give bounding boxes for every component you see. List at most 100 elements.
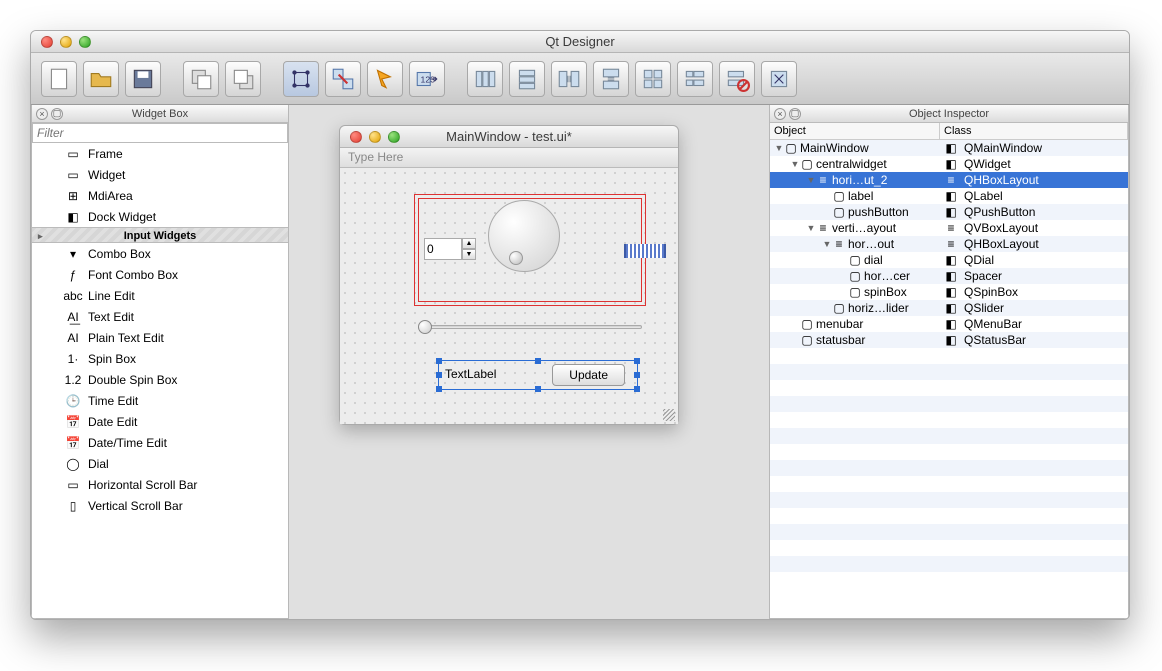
- widget-item[interactable]: ƒFont Combo Box: [32, 264, 288, 285]
- spinbox-widget[interactable]: ▲▼: [424, 238, 478, 260]
- layout-horizontal-button[interactable]: [467, 61, 503, 97]
- widget-item[interactable]: ▾Combo Box: [32, 243, 288, 264]
- object-tree[interactable]: ▼▢MainWindow◧QMainWindow▼▢centralwidget◧…: [770, 140, 1128, 618]
- object-row[interactable]: ▢dial◧QDial: [770, 252, 1128, 268]
- update-button[interactable]: Update: [552, 364, 625, 386]
- object-name: hor…cer: [864, 269, 910, 283]
- object-name: spinBox: [864, 285, 907, 299]
- widget-item-label: Horizontal Scroll Bar: [88, 478, 197, 492]
- slider-widget[interactable]: [418, 320, 642, 334]
- object-row[interactable]: ▼▢centralwidget◧QWidget: [770, 156, 1128, 172]
- object-inspector-header: Object Class: [770, 123, 1128, 140]
- design-window[interactable]: MainWindow - test.ui* Type Here ▲▼: [339, 125, 679, 425]
- object-row[interactable]: ▼▢MainWindow◧QMainWindow: [770, 140, 1128, 156]
- save-button[interactable]: [125, 61, 161, 97]
- widget-list[interactable]: ▭Frame▭Widget⊞MdiArea◧Dock WidgetInput W…: [32, 143, 288, 618]
- spin-up-icon[interactable]: ▲: [462, 238, 476, 249]
- adjust-size-button[interactable]: [761, 61, 797, 97]
- object-icon: ▢: [784, 141, 798, 155]
- widget-item[interactable]: abcLine Edit: [32, 285, 288, 306]
- widget-item[interactable]: ◯Dial: [32, 453, 288, 474]
- spin-down-icon[interactable]: ▼: [462, 249, 476, 260]
- edit-signals-button[interactable]: [325, 61, 361, 97]
- break-layout-button[interactable]: [719, 61, 755, 97]
- object-row[interactable]: ▢spinBox◧QSpinBox: [770, 284, 1128, 300]
- object-row[interactable]: ▢horiz…lider◧QSlider: [770, 300, 1128, 316]
- dial-widget[interactable]: [488, 200, 560, 272]
- object-row-empty: [770, 572, 1128, 588]
- layout-grid-button[interactable]: [635, 61, 671, 97]
- widget-filter-input[interactable]: [32, 123, 288, 143]
- horizontal-spacer-icon[interactable]: [624, 244, 666, 258]
- object-row[interactable]: ▼≡verti…ayout≡QVBoxLayout: [770, 220, 1128, 236]
- column-class[interactable]: Class: [940, 123, 1128, 139]
- widget-item[interactable]: 1.2Double Spin Box: [32, 369, 288, 390]
- widget-item-icon: ◧: [64, 210, 82, 224]
- edit-tab-order-button[interactable]: 123: [409, 61, 445, 97]
- edit-widgets-button[interactable]: [283, 61, 319, 97]
- layout-vsplitter-button[interactable]: [593, 61, 629, 97]
- class-name: QHBoxLayout: [964, 237, 1039, 251]
- widget-item-label: Combo Box: [88, 247, 151, 261]
- label-widget[interactable]: TextLabel: [445, 367, 496, 381]
- widget-item-icon: ◯: [64, 457, 82, 471]
- widget-item[interactable]: 📅Date/Time Edit: [32, 432, 288, 453]
- widget-group-header[interactable]: Input Widgets: [32, 227, 288, 243]
- object-row[interactable]: ▢statusbar◧QStatusBar: [770, 332, 1128, 348]
- object-row[interactable]: ▢label◧QLabel: [770, 188, 1128, 204]
- widget-item-icon: ▭: [64, 168, 82, 182]
- object-row[interactable]: ▢hor…cer◧Spacer: [770, 268, 1128, 284]
- layout-vertical-button[interactable]: [509, 61, 545, 97]
- object-row[interactable]: ▼≡hori…ut_2≡QHBoxLayout: [770, 172, 1128, 188]
- widget-item[interactable]: ▭Horizontal Scroll Bar: [32, 474, 288, 495]
- selected-hboxlayout[interactable]: TextLabel Update: [438, 360, 638, 390]
- class-name: QPushButton: [964, 205, 1035, 219]
- object-name: dial: [864, 253, 883, 267]
- layout-form-button[interactable]: [677, 61, 713, 97]
- spinbox-input[interactable]: [424, 238, 462, 260]
- widget-item-label: Font Combo Box: [88, 268, 178, 282]
- widget-item[interactable]: ▭Frame: [32, 143, 288, 164]
- disclosure-arrow-icon[interactable]: ▼: [790, 159, 800, 169]
- object-row[interactable]: ▢pushButton◧QPushButton: [770, 204, 1128, 220]
- class-icon: ◧: [944, 205, 958, 219]
- object-row[interactable]: ▢menubar◧QMenuBar: [770, 316, 1128, 332]
- object-row-empty: [770, 476, 1128, 492]
- disclosure-arrow-icon[interactable]: ▼: [806, 223, 816, 233]
- class-name: QLabel: [964, 189, 1003, 203]
- object-name: statusbar: [816, 333, 865, 347]
- bring-front-button[interactable]: [225, 61, 261, 97]
- object-icon: ▢: [832, 205, 846, 219]
- widget-item[interactable]: ⊞MdiArea: [32, 185, 288, 206]
- widget-item[interactable]: A͟IText Edit: [32, 306, 288, 327]
- widget-item-label: Plain Text Edit: [88, 331, 164, 345]
- send-back-button[interactable]: [183, 61, 219, 97]
- form-canvas[interactable]: ▲▼ TextLabel Update: [340, 168, 678, 424]
- edit-buddies-button[interactable]: [367, 61, 403, 97]
- new-form-button[interactable]: [41, 61, 77, 97]
- widget-box-panel: × ▢ Widget Box ▭Frame▭Widget⊞MdiArea◧Doc…: [31, 105, 289, 619]
- widget-item[interactable]: 📅Date Edit: [32, 411, 288, 432]
- layout-hsplitter-button[interactable]: [551, 61, 587, 97]
- widget-item[interactable]: ◧Dock Widget: [32, 206, 288, 227]
- widget-item[interactable]: 1·Spin Box: [32, 348, 288, 369]
- resize-grip-icon[interactable]: [663, 409, 675, 421]
- object-row[interactable]: ▼≡hor…out≡QHBoxLayout: [770, 236, 1128, 252]
- object-icon: ≡: [816, 221, 830, 235]
- disclosure-arrow-icon[interactable]: ▼: [774, 143, 784, 153]
- object-name: MainWindow: [800, 141, 869, 155]
- widget-item-icon: ⊞: [64, 189, 82, 203]
- object-row-empty: [770, 492, 1128, 508]
- open-button[interactable]: [83, 61, 119, 97]
- widget-item[interactable]: ▭Widget: [32, 164, 288, 185]
- object-row-empty: [770, 556, 1128, 572]
- widget-item[interactable]: ▯Vertical Scroll Bar: [32, 495, 288, 516]
- disclosure-arrow-icon[interactable]: ▼: [806, 175, 816, 185]
- menubar-placeholder[interactable]: Type Here: [340, 148, 678, 168]
- disclosure-arrow-icon[interactable]: ▼: [822, 239, 832, 249]
- object-name: horiz…lider: [848, 301, 909, 315]
- widget-item[interactable]: 🕒Time Edit: [32, 390, 288, 411]
- widget-item[interactable]: AIPlain Text Edit: [32, 327, 288, 348]
- column-object[interactable]: Object: [770, 123, 940, 139]
- object-icon: ▢: [800, 333, 814, 347]
